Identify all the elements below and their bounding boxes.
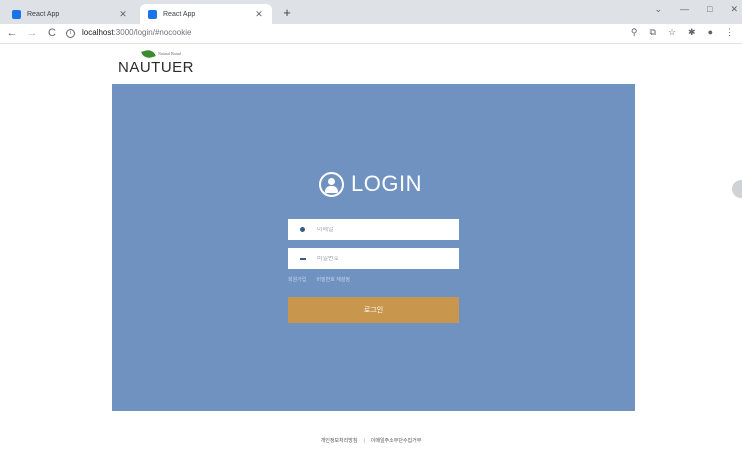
tab-title: React App — [163, 10, 196, 18]
extensions-icon[interactable]: ✱ — [688, 27, 696, 38]
close-window-button[interactable]: ✕ — [730, 4, 738, 15]
react-favicon-icon — [12, 9, 21, 19]
browser-toolbar: ← → C i localhost:3000/login/#nocookie ⚲… — [0, 24, 742, 44]
user-icon — [319, 171, 344, 197]
leaf-icon — [141, 48, 156, 60]
password-field[interactable] — [288, 248, 459, 269]
tab-close-icon[interactable]: ✕ — [254, 9, 264, 20]
url-host: localhost — [82, 28, 114, 37]
logo-text: NAUTUER — [118, 59, 195, 76]
toolbar-icons: ⚲ ⧉ ☆ ✱ ● ⋮ — [631, 27, 734, 38]
new-tab-button[interactable]: + — [280, 5, 294, 20]
key-icon — [298, 254, 307, 263]
footer: 개인정보처리방침 | 이메일주소무단수집거부 — [0, 437, 742, 444]
profile-icon[interactable]: ● — [708, 27, 713, 38]
side-scroll-handle[interactable] — [732, 180, 742, 198]
login-panel: LOGIN 회원가입 비밀번호 재설정 로그인 — [112, 84, 635, 411]
react-favicon-icon — [148, 9, 157, 19]
email-field[interactable] — [288, 219, 459, 240]
login-header: LOGIN — [319, 171, 422, 197]
site-info-icon[interactable]: i — [66, 29, 75, 38]
email-input[interactable] — [317, 226, 447, 233]
search-icon[interactable]: ⚲ — [631, 27, 638, 38]
auth-links: 회원가입 비밀번호 재설정 — [288, 276, 350, 283]
browser-tab-bar: React App ✕ React App ✕ + ⌄ — □ ✕ — [0, 0, 742, 24]
browser-tab[interactable]: React App ✕ — [4, 4, 136, 24]
star-icon[interactable]: ☆ — [668, 27, 676, 38]
minimize-button[interactable]: — — [680, 4, 689, 15]
chevron-down-icon[interactable]: ⌄ — [654, 4, 662, 15]
login-button[interactable]: 로그인 — [288, 297, 459, 323]
find-password-link[interactable]: 비밀번호 재설정 — [316, 276, 350, 283]
tab-title: React App — [27, 10, 60, 18]
maximize-button[interactable]: □ — [707, 4, 712, 15]
window-controls: ⌄ — □ ✕ — [654, 4, 738, 15]
logo-tagline: Natural Brand — [158, 51, 181, 56]
forward-button[interactable]: → — [26, 27, 38, 39]
privacy-policy-link[interactable]: 개인정보처리방침 — [321, 438, 358, 444]
browser-tab-active[interactable]: React App ✕ — [140, 4, 272, 24]
share-icon[interactable]: ⧉ — [650, 27, 656, 38]
menu-icon[interactable]: ⋮ — [725, 27, 734, 38]
reload-button[interactable]: C — [46, 27, 58, 39]
email-refusal-link[interactable]: 이메일주소무단수집거부 — [371, 438, 422, 444]
signup-link[interactable]: 회원가입 — [288, 276, 306, 283]
email-icon — [298, 225, 307, 234]
url-path: :3000/login/#nocookie — [113, 28, 192, 37]
back-button[interactable]: ← — [6, 27, 18, 39]
address-bar[interactable]: localhost:3000/login/#nocookie — [82, 28, 191, 37]
footer-separator: | — [363, 438, 365, 444]
brand-logo[interactable]: Natural Brand NAUTUER — [118, 48, 198, 78]
tab-close-icon[interactable]: ✕ — [118, 9, 128, 20]
login-title: LOGIN — [351, 171, 422, 196]
password-input[interactable] — [317, 255, 447, 262]
